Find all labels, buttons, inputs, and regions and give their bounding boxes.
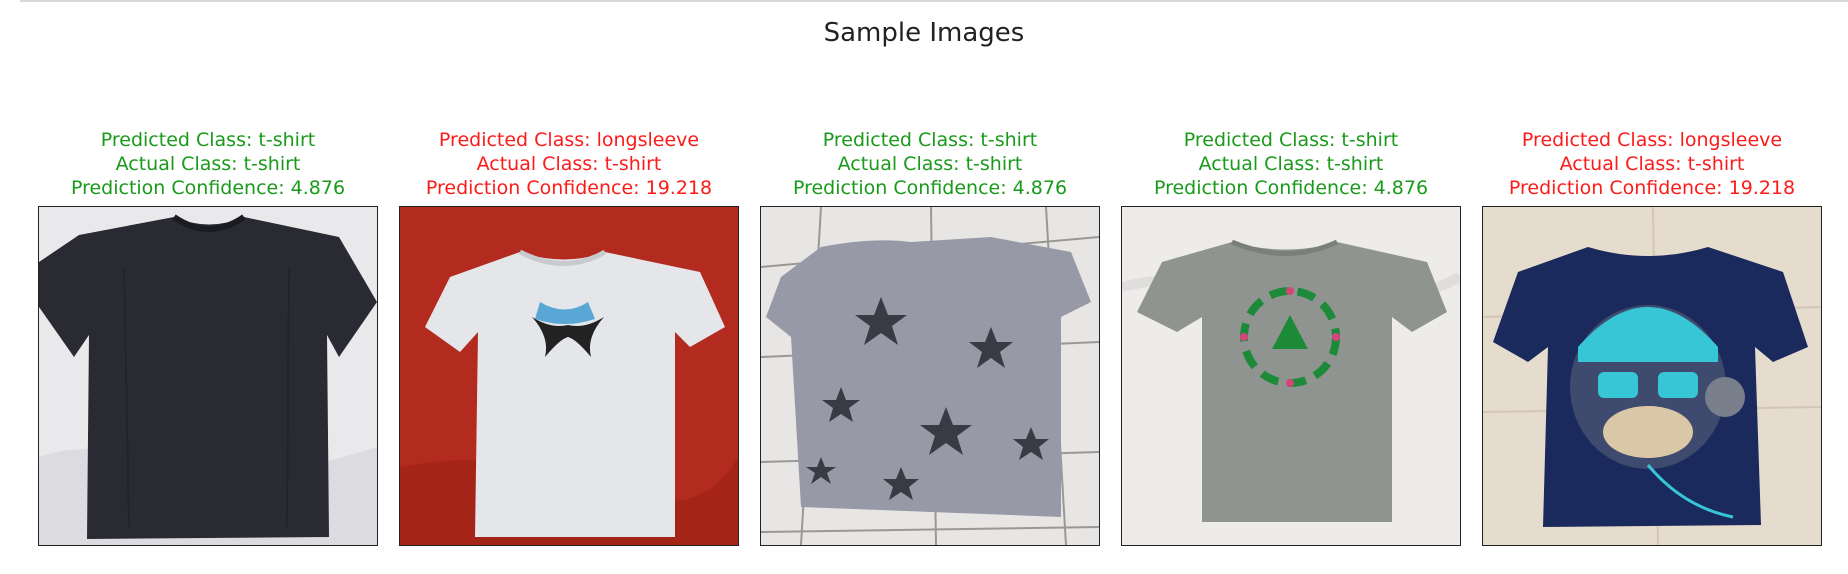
actual-class-label: Actual Class: t-shirt <box>1198 153 1384 175</box>
sample-panel-2: Predicted Class: longsleeve Actual Class… <box>399 128 739 546</box>
actual-class-label: Actual Class: t-shirt <box>115 153 301 175</box>
sample-caption: Predicted Class: t-shirt Actual Class: t… <box>760 128 1100 200</box>
prediction-confidence-label: Prediction Confidence: 4.876 <box>1153 177 1429 199</box>
prediction-confidence-label: Prediction Confidence: 19.218 <box>425 177 713 199</box>
actual-class-label: Actual Class: t-shirt <box>1559 153 1745 175</box>
predicted-class-label: Predicted Class: t-shirt <box>1183 129 1399 151</box>
prediction-confidence-label: Prediction Confidence: 4.876 <box>792 177 1068 199</box>
figure-title: Sample Images <box>823 18 1025 48</box>
sample-caption: Predicted Class: t-shirt Actual Class: t… <box>38 128 378 200</box>
sample-panel-5: Predicted Class: longsleeve Actual Class… <box>1482 128 1822 546</box>
sample-caption: Predicted Class: longsleeve Actual Class… <box>399 128 739 200</box>
sample-caption: Predicted Class: t-shirt Actual Class: t… <box>1121 128 1461 200</box>
output-cell-border <box>20 0 1848 2</box>
sample-image-dark-tshirt <box>38 206 378 546</box>
prediction-confidence-label: Prediction Confidence: 4.876 <box>70 177 346 199</box>
actual-class-label: Actual Class: t-shirt <box>476 153 662 175</box>
predicted-class-label: Predicted Class: t-shirt <box>822 129 1038 151</box>
sample-panel-3: Predicted Class: t-shirt Actual Class: t… <box>760 128 1100 546</box>
sample-image-monkey-tshirt <box>1482 206 1822 546</box>
predicted-class-label: Predicted Class: t-shirt <box>100 129 316 151</box>
sample-image-grey-tshirt <box>1121 206 1461 546</box>
sample-image-star-tshirt <box>760 206 1100 546</box>
sample-image-white-tshirt <box>399 206 739 546</box>
prediction-confidence-label: Prediction Confidence: 19.218 <box>1508 177 1796 199</box>
predicted-class-label: Predicted Class: longsleeve <box>1521 129 1783 151</box>
sample-caption: Predicted Class: longsleeve Actual Class… <box>1482 128 1822 200</box>
actual-class-label: Actual Class: t-shirt <box>837 153 1023 175</box>
sample-panel-4: Predicted Class: t-shirt Actual Class: t… <box>1121 128 1461 546</box>
sample-panel-1: Predicted Class: t-shirt Actual Class: t… <box>38 128 378 546</box>
predicted-class-label: Predicted Class: longsleeve <box>438 129 700 151</box>
